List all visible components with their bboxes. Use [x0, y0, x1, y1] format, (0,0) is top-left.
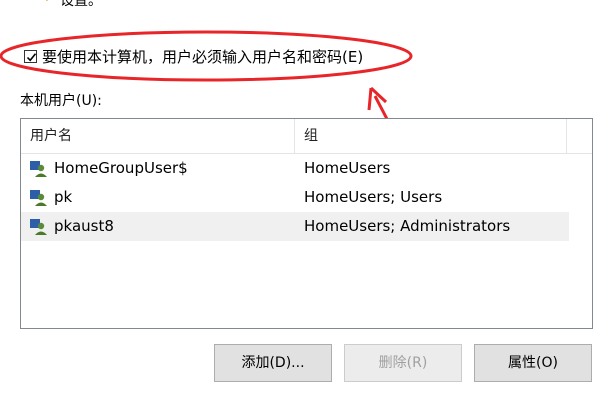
user-group-icon [30, 190, 47, 206]
add-user-button[interactable]: 添加(D)... [214, 344, 332, 382]
user-group: HomeUsers [304, 159, 391, 177]
properties-button[interactable]: 属性(O) [474, 344, 592, 382]
listview-header: 用户名 组 [21, 119, 592, 154]
column-divider[interactable] [566, 119, 567, 153]
user-name: HomeGroupUser$ [54, 159, 188, 177]
table-row[interactable]: HomeGroupUser$ HomeUsers [21, 154, 569, 183]
user-group-icon [30, 161, 47, 177]
user-name: pkaust8 [54, 217, 114, 235]
local-users-label: 本机用户(U): [20, 93, 102, 109]
table-row[interactable]: pk HomeUsers; Users [21, 183, 569, 212]
user-group: HomeUsers; Administrators [304, 217, 511, 235]
require-password-label: 要使用本计算机，用户必须输入用户名和密码(E) [42, 48, 364, 66]
user-group-icon [30, 219, 47, 235]
require-password-checkbox-row[interactable]: 要使用本计算机，用户必须输入用户名和密码(E) [24, 46, 363, 67]
require-password-checkbox[interactable] [24, 50, 37, 63]
annotation-arrow-head [367, 86, 388, 111]
header-partial-text: 设置。 [60, 0, 102, 9]
column-header-group[interactable]: 组 [295, 119, 565, 153]
user-name: pk [54, 188, 73, 206]
remove-user-button[interactable]: 删除(R) [344, 344, 462, 382]
users-listview[interactable]: 用户名 组 HomeGroupUser$ HomeUsers pk HomeUs… [20, 118, 593, 329]
user-group: HomeUsers; Users [304, 188, 443, 206]
column-header-username[interactable]: 用户名 [21, 119, 294, 153]
table-row-selected[interactable]: pkaust8 HomeUsers; Administrators [21, 212, 569, 241]
checkmark-icon [26, 53, 37, 62]
